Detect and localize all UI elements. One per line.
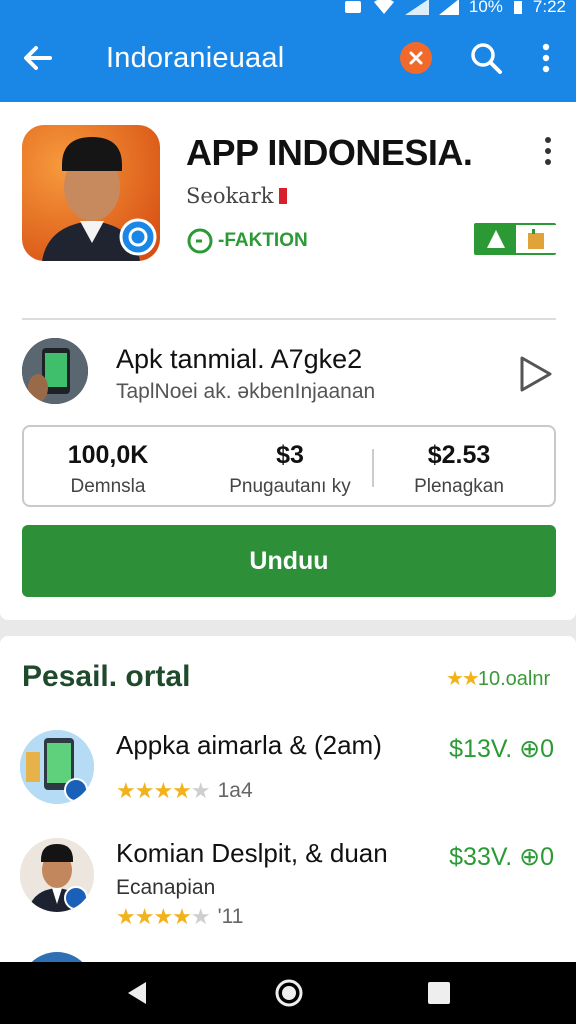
status-bar: 10% 7:22 — [0, 0, 576, 18]
search-icon[interactable] — [468, 40, 504, 76]
portrait-app-icon — [20, 838, 94, 912]
stat-value: 100,0K — [67, 441, 149, 469]
rating-text: '11 — [217, 905, 244, 928]
top-app-bar: 10% 7:22 Indoranieuaal — [0, 0, 576, 102]
promo-subtitle: TaplNoei ak. əkbenInjaanan — [116, 380, 376, 403]
clock: 7:22 — [532, 0, 566, 16]
item-price: $13V. ⊕0 — [449, 735, 554, 763]
status-icons: 10% 7:22 — [343, 0, 566, 17]
developer-link[interactable]: Seokark — [186, 184, 288, 208]
similar-apps-card: Pesail. ortal ★★10.oalnr Appka aimarla &… — [0, 636, 576, 1024]
stat-separator — [372, 449, 374, 487]
list-item[interactable]: Appka aimarla & (2am) ★★★★★ 1a4 $13V. ⊕0 — [0, 730, 576, 820]
signal-icon — [404, 0, 429, 15]
divider — [22, 318, 556, 320]
item-rating: ★★★★★ 1a4 — [116, 778, 253, 804]
nav-home-icon[interactable] — [274, 978, 304, 1008]
stat-downloads: 100,0K Demnsla — [24, 441, 192, 498]
list-item[interactable]: Komian Deslpit, & duan Ecanapian ★★★★★ '… — [0, 838, 576, 930]
item-title: Komian Deslpit, & duan — [116, 838, 388, 868]
back-arrow-icon[interactable] — [20, 40, 56, 76]
more-vert-icon[interactable] — [536, 134, 560, 168]
stat-value: $3 — [276, 441, 304, 469]
phone-app-icon — [20, 730, 94, 804]
stat-reviews: $3 Pnugautanı ky — [214, 441, 366, 498]
close-icon — [409, 51, 423, 65]
app-bar: Indoranieuaal — [0, 26, 576, 90]
promo-video-thumbnail[interactable] — [22, 338, 88, 404]
rating-stars: ★★★★★ — [116, 778, 211, 803]
notification-icon — [344, 1, 361, 13]
star-icons: ★★ — [446, 668, 480, 690]
promo-title[interactable]: Apk tanmial. A7gke2 — [116, 344, 362, 375]
section-title: Pesail. ortal — [22, 660, 191, 693]
signal-icon-2 — [438, 0, 459, 15]
editor-badge: -FAKTION — [186, 227, 308, 255]
install-button[interactable]: Unduu — [22, 525, 556, 597]
badge-label: -FAKTION — [218, 230, 308, 251]
play-icon[interactable] — [516, 354, 554, 394]
battery-level: 10% — [468, 0, 503, 16]
item-title: Appka aimarla & (2am) — [116, 730, 382, 760]
rating-stars: ★★★★★ — [116, 904, 211, 929]
app-detail-card: APP INDONESIA. Seokark -FAKTION Apk tanm… — [0, 102, 576, 620]
item-rating: ★★★★★ '11 — [116, 904, 243, 930]
developer-name: Seokark — [186, 184, 274, 208]
section-see-more[interactable]: ★★10.oalnr — [446, 666, 550, 691]
nav-back-icon[interactable] — [124, 980, 150, 1006]
nav-recents-icon[interactable] — [428, 982, 450, 1004]
badge-circle-icon — [187, 228, 213, 254]
warning-icon — [476, 225, 516, 253]
app-portrait-icon[interactable] — [22, 125, 160, 261]
clear-search-button[interactable] — [400, 42, 432, 74]
developer-tag-icon — [279, 188, 288, 204]
rating-text: 1a4 — [217, 779, 253, 802]
more-vert-icon[interactable] — [534, 40, 558, 76]
stat-price: $2.53 Plenagkan — [384, 441, 534, 498]
stat-label: Demnsla — [70, 476, 146, 497]
item-price: $33V. ⊕0 — [449, 843, 554, 871]
battery-icon — [513, 1, 522, 14]
stat-value: $2.53 — [427, 441, 491, 469]
battery-badge-icon — [516, 225, 556, 253]
wifi-icon — [373, 0, 394, 14]
app-title: APP INDONESIA. — [186, 132, 473, 173]
search-query-text[interactable]: Indoranieuaal — [106, 42, 284, 75]
system-nav-bar — [0, 962, 576, 1024]
stat-label: Pnugautanı ky — [229, 476, 351, 497]
content-rating-chip — [474, 223, 556, 255]
stat-label: Plenagkan — [414, 476, 504, 497]
item-subtitle: Ecanapian — [116, 876, 216, 899]
section-side-text: 10.oalnr — [477, 668, 551, 690]
stats-panel: 100,0K Demnsla $3 Pnugautanı ky $2.53 Pl… — [22, 425, 556, 507]
